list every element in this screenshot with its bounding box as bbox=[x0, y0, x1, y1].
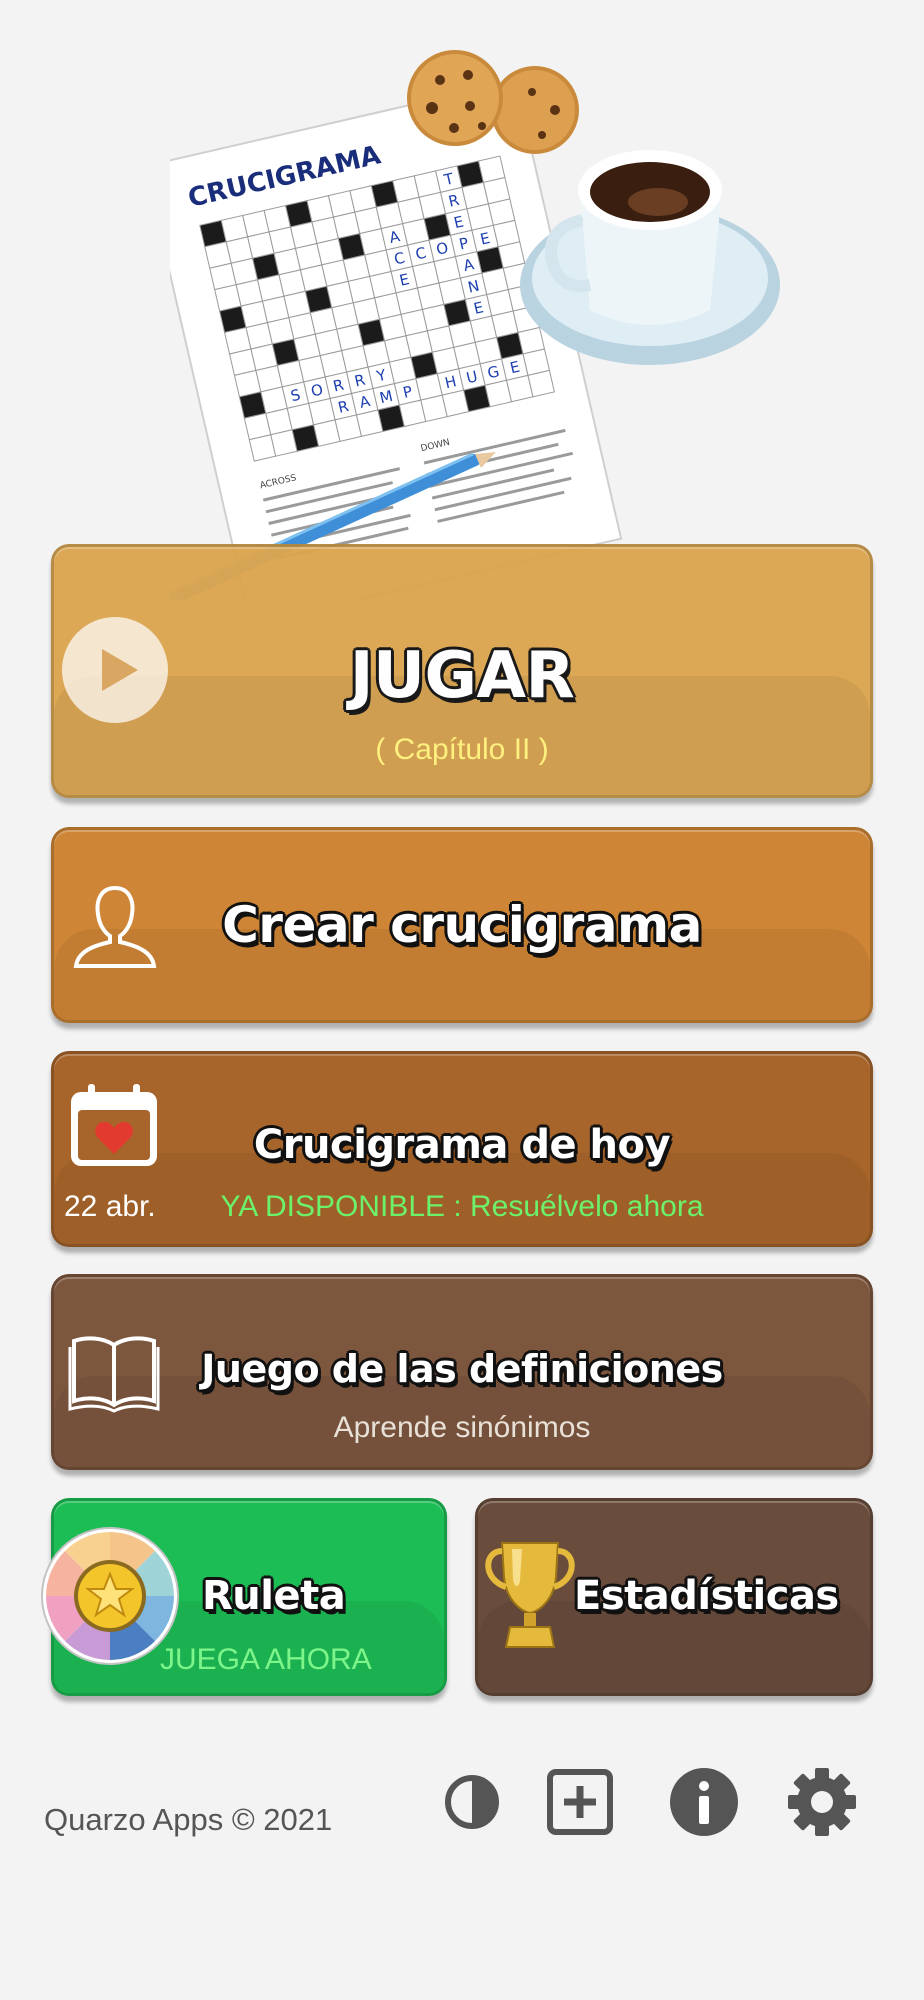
definitions-game-button[interactable]: Juego de las definiciones Aprende sinóni… bbox=[51, 1274, 873, 1470]
create-title: Crear crucigrama bbox=[222, 896, 702, 954]
daily-status: YA DISPONIBLE : Resuélvelo ahora bbox=[220, 1190, 704, 1223]
contrast-icon[interactable] bbox=[436, 1766, 508, 1838]
hero-illustration: CRUCIGRAMA TRAECCOPEEANESORRYRAMPHUGE AC… bbox=[143, 40, 810, 626]
play-title: JUGAR bbox=[349, 639, 575, 713]
definitions-title: Juego de las definiciones bbox=[201, 1347, 723, 1391]
play-button[interactable]: JUGAR ( Capítulo II ) bbox=[51, 544, 873, 798]
roulette-title: Ruleta bbox=[202, 1573, 346, 1619]
prize-wheel-icon bbox=[40, 1526, 180, 1666]
copyright-text: Quarzo Apps © 2021 bbox=[44, 1802, 333, 1837]
statistics-title: Estadísticas bbox=[574, 1573, 839, 1619]
play-subtitle: ( Capítulo II ) bbox=[375, 733, 549, 766]
crossword-paper: CRUCIGRAMA TRAEC C O P EEANES O R R YR A M P H U G E AC… bbox=[143, 79, 623, 626]
definitions-subtitle: Aprende sinónimos bbox=[333, 1411, 591, 1444]
trophy-icon bbox=[478, 1537, 582, 1653]
info-icon[interactable] bbox=[668, 1766, 740, 1838]
daily-crossword-button[interactable]: 22 abr. Crucigrama de hoy YA DISPONIBLE … bbox=[51, 1051, 873, 1247]
add-box-icon[interactable] bbox=[544, 1766, 616, 1838]
statistics-button[interactable]: Estadísticas bbox=[475, 1498, 873, 1696]
coffee-cup bbox=[520, 150, 780, 365]
create-crossword-button[interactable]: Crear crucigrama bbox=[51, 827, 873, 1023]
daily-title: Crucigrama de hoy bbox=[253, 1122, 671, 1168]
roulette-subtitle: JUEGA AHORA bbox=[160, 1643, 372, 1676]
gear-icon[interactable] bbox=[786, 1766, 858, 1838]
